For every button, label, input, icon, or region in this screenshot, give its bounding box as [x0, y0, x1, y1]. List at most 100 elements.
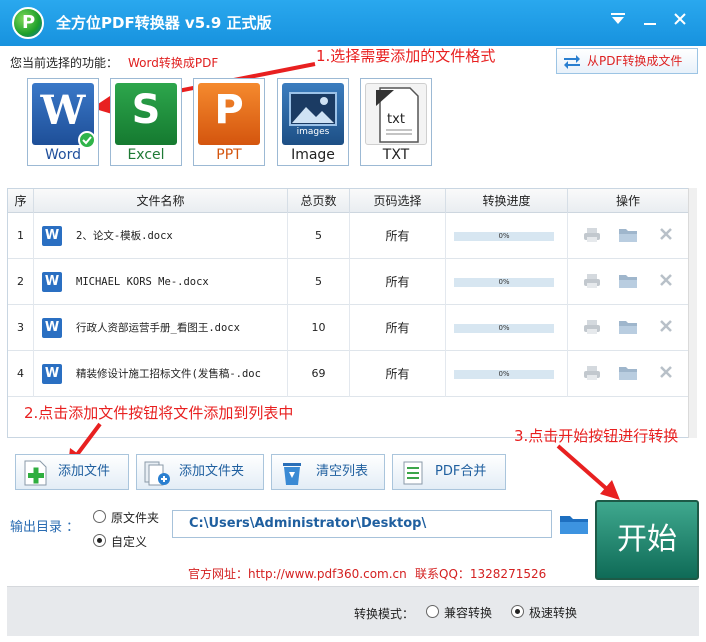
radio-original-folder[interactable] — [93, 510, 106, 523]
print-icon[interactable] — [582, 226, 602, 246]
remove-row-icon[interactable] — [656, 364, 676, 384]
row-progress: 0% — [446, 259, 568, 305]
open-folder-icon[interactable] — [618, 318, 638, 338]
row-file-name: MICHAEL KORS Me-.docx — [76, 276, 209, 288]
close-icon[interactable] — [668, 10, 692, 32]
format-ppt-label: PPT — [216, 147, 242, 163]
minimize-icon[interactable] — [638, 10, 662, 32]
conversion-mode-label: 转换模式： — [354, 607, 415, 621]
row-file-name: 精装修设计施工招标文件(发售稿-.doc — [76, 368, 261, 380]
format-excel-label: Excel — [127, 147, 165, 163]
start-button[interactable]: 开始 — [595, 500, 699, 580]
format-excel[interactable]: S Excel — [110, 78, 182, 166]
swap-arrows-icon — [564, 55, 580, 69]
radio-fast-mode[interactable] — [511, 605, 524, 618]
word-file-icon: W — [42, 226, 62, 246]
row-pages: 10 — [288, 305, 350, 351]
progress-bar: 0% — [454, 232, 554, 241]
row-actions — [568, 351, 688, 397]
menu-dropdown-icon[interactable] — [606, 10, 630, 32]
remove-row-icon[interactable] — [656, 318, 676, 338]
radio-original-folder-label: 原文件夹 — [111, 511, 160, 525]
row-file-name: 2、论文-模板.docx — [76, 230, 173, 242]
add-folder-button[interactable]: 添加文件夹 — [136, 454, 264, 490]
remove-row-icon[interactable] — [656, 226, 676, 246]
row-file: W MICHAEL KORS Me-.docx — [34, 259, 288, 305]
progress-bar: 0% — [454, 324, 554, 333]
format-txt[interactable]: txt TXT — [360, 78, 432, 166]
open-folder-icon[interactable] — [618, 226, 638, 246]
table-row[interactable]: 1 W 2、论文-模板.docx 5 所有 0% — [8, 213, 688, 259]
row-page-range[interactable]: 所有 — [350, 213, 446, 259]
row-index: 2 — [8, 259, 34, 305]
pdf-merge-button[interactable]: PDF合并 — [392, 454, 506, 490]
annotation-arrow-3 — [556, 444, 620, 500]
row-file: W 2、论文-模板.docx — [34, 213, 288, 259]
format-image[interactable]: images Image — [277, 78, 349, 166]
file-list-table: 序 文件名称 总页数 页码选择 转换进度 操作 1 W 2、论文-模板.docx 5 所… — [7, 188, 697, 438]
output-path-input[interactable]: C:\Users\Administrator\Desktop\ — [172, 510, 552, 538]
add-folder-icon — [144, 461, 170, 486]
radio-custom-folder-label: 自定义 — [111, 535, 148, 549]
row-progress: 0% — [446, 213, 568, 259]
add-file-button[interactable]: 添加文件 — [15, 454, 129, 490]
print-icon[interactable] — [582, 364, 602, 384]
table-row[interactable]: 4 W 精装修设计施工招标文件(发售稿-.doc 69 所有 0% — [8, 351, 688, 397]
row-index: 1 — [8, 213, 34, 259]
pdf-merge-icon — [403, 461, 423, 485]
row-pages: 69 — [288, 351, 350, 397]
table-row[interactable]: 3 W 行政人资部运营手册_看图王.docx 10 所有 0% — [8, 305, 688, 351]
row-file: W 行政人资部运营手册_看图王.docx — [34, 305, 288, 351]
folder-icon — [560, 516, 588, 534]
open-folder-icon[interactable] — [618, 272, 638, 292]
add-file-icon — [24, 460, 47, 486]
annotation-step1: 1.选择需要添加的文件格式 — [316, 47, 496, 65]
row-page-range[interactable]: 所有 — [350, 259, 446, 305]
open-folder-icon[interactable] — [618, 364, 638, 384]
row-pages: 5 — [288, 213, 350, 259]
format-image-label: Image — [291, 147, 335, 163]
row-actions — [568, 305, 688, 351]
progress-bar: 0% — [454, 370, 554, 379]
row-actions — [568, 213, 688, 259]
radio-compatible-mode-label: 兼容转换 — [444, 606, 493, 620]
footer-bar — [7, 586, 699, 636]
window-title: 全方位PDF转换器 v5.9 正式版 — [56, 14, 272, 32]
row-index: 4 — [8, 351, 34, 397]
format-txt-label: TXT — [382, 147, 410, 163]
row-progress: 0% — [446, 305, 568, 351]
clear-list-button[interactable]: 清空列表 — [271, 454, 385, 490]
format-ppt[interactable]: P PPT — [193, 78, 265, 166]
table-scrollbar[interactable] — [688, 188, 697, 438]
word-file-icon: W — [42, 272, 62, 292]
table-row[interactable]: 2 W MICHAEL KORS Me-.docx 5 所有 0% — [8, 259, 688, 305]
output-dir-label: 输出目录 ： — [10, 520, 80, 535]
row-pages: 5 — [288, 259, 350, 305]
official-site-link[interactable]: 官方网址：http://www.pdf360.com.cn — [188, 565, 407, 582]
row-file: W 精装修设计施工招标文件(发售稿-.doc — [34, 351, 288, 397]
txt-file-icon: txt — [365, 83, 427, 145]
format-word-label: Word — [45, 147, 81, 163]
radio-fast-mode-label: 极速转换 — [529, 606, 578, 620]
app-logo-icon: P — [12, 7, 44, 39]
image-icon: images — [282, 83, 344, 145]
browse-folder-button[interactable] — [558, 510, 590, 538]
word-file-icon: W — [42, 364, 62, 384]
row-page-range[interactable]: 所有 — [350, 305, 446, 351]
row-file-name: 行政人资部运营手册_看图王.docx — [76, 322, 240, 334]
word-file-icon: W — [42, 318, 62, 338]
radio-custom-folder[interactable] — [93, 534, 106, 547]
progress-bar: 0% — [454, 278, 554, 287]
row-index: 3 — [8, 305, 34, 351]
remove-row-icon[interactable] — [656, 272, 676, 292]
row-page-range[interactable]: 所有 — [350, 351, 446, 397]
format-word[interactable]: W Word — [27, 78, 99, 166]
contact-qq: 联系QQ：1328271526 — [415, 567, 547, 581]
from-pdf-button[interactable]: 从PDF转换成文件 — [556, 48, 698, 74]
row-actions — [568, 259, 688, 305]
row-progress: 0% — [446, 351, 568, 397]
print-icon[interactable] — [582, 272, 602, 292]
radio-compatible-mode[interactable] — [426, 605, 439, 618]
trash-icon — [283, 463, 301, 485]
print-icon[interactable] — [582, 318, 602, 338]
